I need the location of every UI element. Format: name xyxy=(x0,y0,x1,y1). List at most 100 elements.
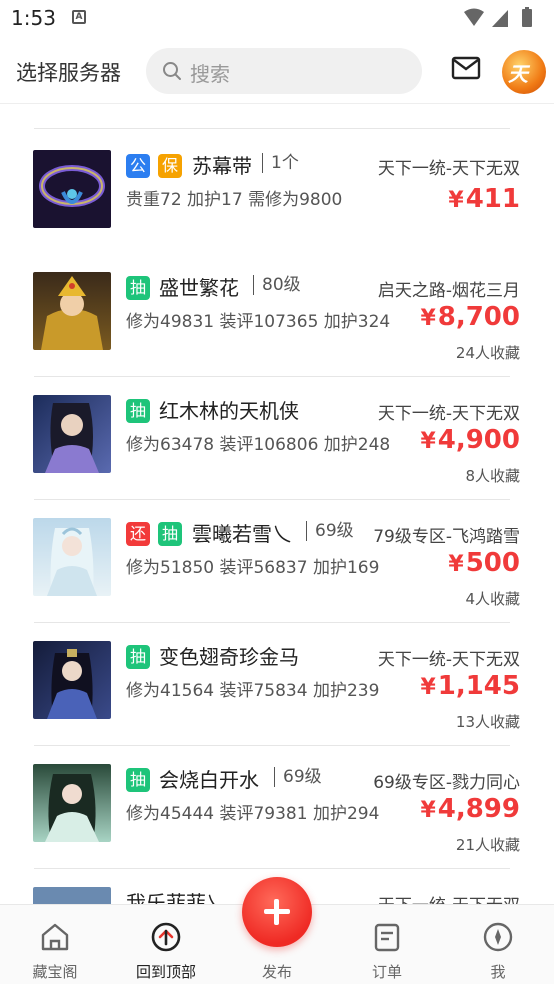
item-attributes: 修为63478 装评106806 加护248 xyxy=(126,435,391,455)
item-attributes: 贵重72 加护17 需修为9800 xyxy=(126,190,343,210)
tab-label: 我 xyxy=(490,963,506,981)
item-server: 天下一统-天下无双 xyxy=(377,404,520,424)
price-value: 8,700 xyxy=(437,302,520,332)
price-value: 411 xyxy=(465,184,520,214)
favorites-count: 8人收藏 xyxy=(465,467,520,485)
item-server: 天下一统-天下无双 xyxy=(377,650,520,670)
tag-badge: 抽 xyxy=(158,522,182,546)
favorites-count: 4人收藏 xyxy=(465,590,520,608)
tag-badge: 抽 xyxy=(126,276,150,300)
publish-button[interactable] xyxy=(242,877,312,947)
tab-label: 发布 xyxy=(261,963,292,981)
item-thumbnail xyxy=(33,395,111,473)
signal-battery-icons xyxy=(464,7,532,27)
list-item-partial-top xyxy=(16,104,538,130)
favorites-count: 13人收藏 xyxy=(455,713,520,731)
tag-badge: 还 xyxy=(126,522,150,546)
item-attributes: 修为45444 装评79381 加护294 xyxy=(126,804,380,824)
item-thumbnail xyxy=(33,272,111,350)
tab-label: 回到顶部 xyxy=(135,963,196,981)
item-name: 红木林的天机侠 xyxy=(159,399,299,423)
item-price: ¥411 xyxy=(448,184,520,214)
favorites-count: 24人收藏 xyxy=(455,344,520,362)
price-value: 1,145 xyxy=(437,671,520,701)
item-thumbnail xyxy=(33,764,111,842)
item-price: ¥4,899 xyxy=(420,794,520,824)
price-value: 4,900 xyxy=(437,425,520,455)
item-tags: 抽 xyxy=(126,645,150,669)
currency-symbol: ¥ xyxy=(420,675,436,700)
item-price: ¥4,900 xyxy=(420,425,520,455)
item-attributes: 修为41564 装评75834 加护239 xyxy=(126,681,380,701)
price-value: 500 xyxy=(465,548,520,578)
tab-home[interactable]: 藏宝阁 xyxy=(5,905,105,985)
status-bar: 1:53 A xyxy=(0,0,554,36)
tab-orders[interactable]: 订单 xyxy=(337,905,437,985)
list-item[interactable]: 抽 变色翅奇珍金马 天下一统-天下无双 修为41564 装评75834 加护23… xyxy=(16,623,538,747)
item-price: ¥8,700 xyxy=(420,302,520,332)
item-tags: 抽 xyxy=(126,399,150,423)
item-level: 69级 xyxy=(306,521,354,541)
item-thumbnail xyxy=(33,641,111,719)
item-server: 天下一统-天下无双 xyxy=(378,891,520,904)
tag-badge: 保 xyxy=(158,154,182,178)
tag-badge: 抽 xyxy=(126,645,150,669)
price-value: 4,899 xyxy=(437,794,520,824)
item-name: 我乐菲菲乀 xyxy=(126,891,226,904)
item-attributes: 修为51850 装评56837 加护169 xyxy=(126,558,380,578)
currency-symbol: ¥ xyxy=(448,552,464,577)
select-server-button[interactable]: 选择服务器 xyxy=(16,57,121,87)
list-item[interactable]: 还 抽 雲曦若雪乀 69级 79级专区-飞鸿踏雪 修为51850 装评56837… xyxy=(16,500,538,624)
compass-icon xyxy=(483,922,513,952)
item-price: ¥500 xyxy=(448,548,520,578)
mail-icon[interactable] xyxy=(451,56,481,80)
item-tags: 抽 xyxy=(126,276,150,300)
tag-badge: 抽 xyxy=(126,399,150,423)
item-attributes: 修为49831 装评107365 加护324 xyxy=(126,312,391,332)
notification-a-icon: A xyxy=(72,10,86,24)
item-server: 天下一统-天下无双 xyxy=(377,159,520,179)
item-server: 69级专区-戮力同心 xyxy=(373,773,520,793)
top-header: 选择服务器 搜索 天下 xyxy=(0,36,554,104)
favorites-count: 21人收藏 xyxy=(455,836,520,854)
game-logo-avatar[interactable]: 天下 xyxy=(502,50,546,94)
list-item[interactable]: 抽 盛世繁花 80级 启天之路-烟花三月 修为49831 装评107365 加护… xyxy=(16,254,538,378)
tab-me[interactable]: 我 xyxy=(448,905,548,985)
item-thumbnail xyxy=(33,150,111,228)
item-name: 变色翅奇珍金马 xyxy=(159,645,299,669)
currency-symbol: ¥ xyxy=(448,188,464,213)
home-icon xyxy=(41,923,69,951)
list-item[interactable]: 抽 会烧白开水 69级 69级专区-戮力同心 修为45444 装评79381 加… xyxy=(16,746,538,870)
list-item[interactable]: 公 保 苏幕带 1个 天下一统-天下无双 贵重72 加护17 需修为9800 ¥… xyxy=(16,132,538,256)
item-name: 盛世繁花 xyxy=(159,276,239,300)
item-tags: 抽 xyxy=(126,768,150,792)
list-item[interactable]: 抽 红木林的天机侠 天下一统-天下无双 修为63478 装评106806 加护2… xyxy=(16,377,538,501)
item-tags: 还 抽 xyxy=(126,522,182,546)
item-tags: 公 保 xyxy=(126,154,182,178)
listing-scroll-area[interactable]: 公 保 苏幕带 1个 天下一统-天下无双 贵重72 加护17 需修为9800 ¥… xyxy=(0,104,554,904)
tag-badge: 抽 xyxy=(126,768,150,792)
item-name: 苏幕带 xyxy=(192,154,252,178)
item-thumbnail xyxy=(33,518,111,596)
search-placeholder: 搜索 xyxy=(190,62,230,86)
tag-badge: 公 xyxy=(126,154,150,178)
currency-symbol: ¥ xyxy=(420,429,436,454)
search-input[interactable]: 搜索 xyxy=(146,48,422,94)
tab-label: 订单 xyxy=(371,963,402,981)
item-thumbnail xyxy=(33,887,111,904)
item-level: 80级 xyxy=(253,275,301,295)
order-list-icon xyxy=(374,923,400,952)
item-level: 69级 xyxy=(274,767,322,787)
currency-symbol: ¥ xyxy=(420,798,436,823)
tab-label: 藏宝阁 xyxy=(32,963,78,981)
status-time: 1:53 xyxy=(11,6,56,30)
currency-symbol: ¥ xyxy=(420,306,436,331)
item-server: 79级专区-飞鸿踏雪 xyxy=(373,527,520,547)
item-name: 雲曦若雪乀 xyxy=(192,522,292,546)
item-price: ¥1,145 xyxy=(420,671,520,701)
tab-back-to-top[interactable]: 回到顶部 xyxy=(116,905,216,985)
search-icon xyxy=(163,62,181,80)
item-server: 启天之路-烟花三月 xyxy=(377,281,520,301)
arrow-up-circle-icon xyxy=(151,922,181,952)
item-name: 会烧白开水 xyxy=(159,768,259,792)
